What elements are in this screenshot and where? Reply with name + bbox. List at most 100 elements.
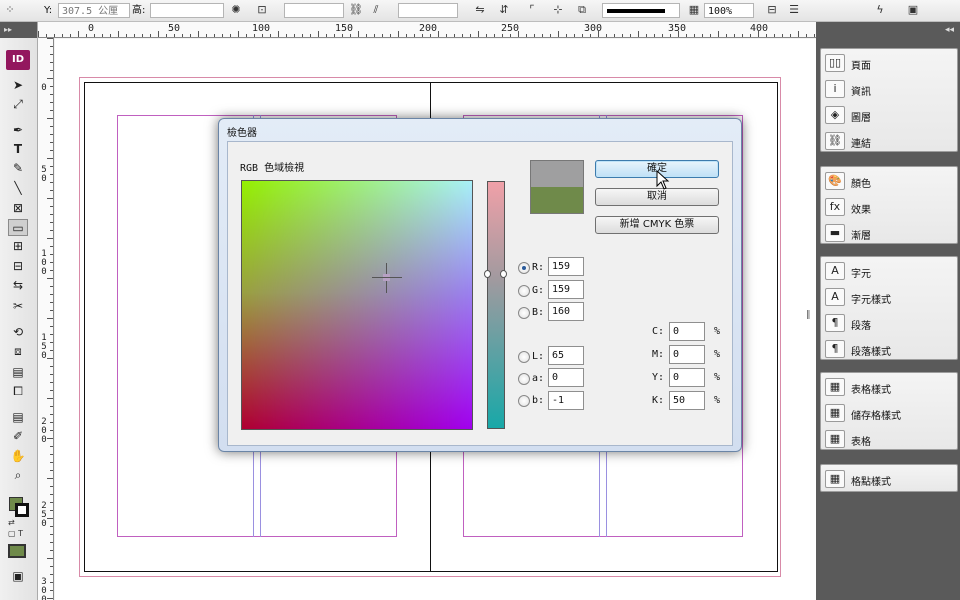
panel-item-cell-styles[interactable]: ▦ 儲存格樣式	[821, 401, 957, 425]
k-field[interactable]: 50	[669, 391, 705, 410]
r-radio[interactable]	[518, 262, 530, 274]
scale-tool-icon[interactable]: ⧈	[8, 343, 28, 360]
direct-selection-tool-icon[interactable]: ⤢	[8, 96, 28, 113]
r-field[interactable]: 159	[548, 257, 584, 276]
table-icon: ▦	[825, 430, 845, 448]
g-radio[interactable]	[518, 285, 530, 297]
k-label: K:	[652, 395, 665, 406]
zoom-tool-icon[interactable]: ⌕	[8, 467, 28, 484]
a-radio[interactable]	[518, 373, 530, 385]
slider-right-handle-icon[interactable]	[500, 270, 507, 278]
panel-item-info[interactable]: i 資訊	[821, 77, 957, 101]
hand-tool-icon[interactable]: ✋	[8, 448, 28, 465]
effects-icon: fx	[825, 198, 845, 216]
zoom-field[interactable]: 100%	[704, 3, 754, 18]
rotate-field[interactable]	[284, 3, 344, 18]
m-field[interactable]: 0	[669, 345, 705, 364]
panel-item-paragraph[interactable]: ¶ 段落	[821, 311, 957, 335]
eyedropper-tool-icon[interactable]: ✐	[8, 428, 28, 445]
color-field[interactable]	[241, 180, 473, 430]
scissors-tool-icon[interactable]: ✂	[8, 298, 28, 315]
flip-horizontal-icon[interactable]: ⇋	[472, 2, 488, 18]
color-slider[interactable]	[487, 181, 505, 429]
selection-tool-icon[interactable]: ➤	[8, 77, 28, 94]
scale-icon[interactable]: ⊡	[254, 2, 270, 18]
c-field[interactable]: 0	[669, 322, 705, 341]
frame-fit-icon[interactable]: ⊟	[764, 2, 780, 18]
normal-view-icon[interactable]	[8, 544, 26, 558]
panel-item-character-styles[interactable]: A 字元樣式	[821, 285, 957, 309]
panel-item-character[interactable]: A 字元	[821, 259, 957, 283]
panel-item-label: 資訊	[851, 87, 871, 98]
panel-collapse-icon[interactable]: ◂◂	[816, 22, 960, 38]
distribute-icon[interactable]: ⧉	[574, 2, 590, 18]
dialog-titlebar[interactable]: 檢色器	[219, 119, 741, 141]
mouse-pointer-icon	[656, 170, 670, 190]
panel-item-gradient[interactable]: ▬ 漸層	[821, 221, 957, 245]
type-tool-icon[interactable]: T	[8, 141, 28, 158]
panel-item-table[interactable]: ▦ 表格	[821, 427, 957, 451]
panel-dock: ◂◂ ▯▯ 頁面 i 資訊 ◈ 圖層 ⛓ 連結 🎨 顏色 fx 效果 ▬ 漸層 A 字元 A 字元樣式 ¶ 段落 ¶…	[816, 22, 960, 600]
panel-splitter[interactable]: ‖	[806, 310, 811, 320]
swap-colors-icon[interactable]: ⇄	[8, 518, 15, 527]
lab-b-radio[interactable]	[518, 395, 530, 407]
panel-item-paragraph-styles[interactable]: ¶ 段落樣式	[821, 337, 957, 361]
gradient-tool-icon[interactable]: ▤	[8, 364, 28, 381]
tools-collapse-icon[interactable]: ▸▸	[0, 22, 37, 38]
panel-item-pages[interactable]: ▯▯ 頁面	[821, 51, 957, 75]
reference-point-icon[interactable]: ⁘	[2, 2, 18, 18]
panel-item-table-styles[interactable]: ▦ 表格樣式	[821, 375, 957, 399]
align-icon[interactable]: ⊹	[550, 2, 566, 18]
l-radio[interactable]	[518, 351, 530, 363]
flip-vertical-icon[interactable]: ⇵	[496, 2, 512, 18]
gap-tool-icon[interactable]: ⇆	[8, 277, 28, 294]
gradient-feather-tool-icon[interactable]: ⧠	[8, 383, 28, 400]
y-field-cmyk[interactable]: 0	[669, 368, 705, 387]
character-styles-icon: A	[825, 288, 845, 306]
panel-item-grid-styles[interactable]: ▦ 格點樣式	[821, 467, 957, 491]
panel-item-layers[interactable]: ◈ 圖層	[821, 103, 957, 127]
l-field[interactable]: 65	[548, 346, 584, 365]
pencil-tool-icon[interactable]: ✎	[8, 160, 28, 177]
height-field[interactable]	[150, 3, 224, 18]
stroke-swatch[interactable]	[15, 503, 29, 517]
original-color-preview	[530, 187, 584, 214]
workspace-icon[interactable]: ▣	[902, 2, 924, 18]
line-tool-icon[interactable]: ╲	[8, 180, 28, 197]
cancel-button[interactable]: 取消	[595, 188, 719, 206]
lab-b-field[interactable]: -1	[548, 391, 584, 410]
text-wrap-icon[interactable]: ☰	[786, 2, 802, 18]
rectangle-frame-tool-icon[interactable]: ⊠	[8, 200, 28, 217]
rotate-tool-icon[interactable]: ⟲	[8, 324, 28, 341]
button-tool-icon[interactable]: ⊞	[8, 238, 28, 255]
table-tool-icon[interactable]: ⊟	[8, 258, 28, 275]
rotate-icon[interactable]: ✺	[228, 2, 244, 18]
corner-icon[interactable]: ⌜	[524, 2, 540, 18]
stroke-style-dropdown[interactable]	[602, 3, 680, 18]
b-field[interactable]: 160	[548, 302, 584, 321]
ruler-tick-label: 400	[750, 23, 769, 34]
note-tool-icon[interactable]: ▤	[8, 409, 28, 426]
rectangle-tool-icon[interactable]: ▭	[8, 219, 28, 236]
panel-item-links[interactable]: ⛓ 連結	[821, 129, 957, 153]
color-crosshair-icon[interactable]	[372, 263, 402, 293]
ruler-tick-label: 0	[88, 23, 95, 34]
grid-icon[interactable]: ▦	[686, 2, 702, 18]
g-field[interactable]: 159	[548, 280, 584, 299]
pages-icon: ▯▯	[825, 54, 845, 72]
add-cmyk-swatch-button[interactable]: 新增 CMYK 色票	[595, 216, 719, 234]
screen-mode-icon[interactable]: ▣	[8, 568, 28, 585]
panel-item-color[interactable]: 🎨 顏色	[821, 169, 957, 193]
panel-item-effects[interactable]: fx 效果	[821, 195, 957, 219]
b-radio[interactable]	[518, 307, 530, 319]
shear-icon[interactable]: ⫽	[368, 2, 384, 18]
formatting-container-icon[interactable]: ▢ T	[8, 529, 23, 538]
shear-field[interactable]	[398, 3, 458, 18]
panel-group-tables: ▦ 表格樣式 ▦ 儲存格樣式 ▦ 表格	[820, 372, 958, 450]
slider-left-handle-icon[interactable]	[484, 270, 491, 278]
a-field[interactable]: 0	[548, 368, 584, 387]
pen-tool-icon[interactable]: ✒	[8, 122, 28, 139]
y-field[interactable]: 307.5 公厘	[58, 3, 130, 18]
lightning-icon[interactable]: ϟ	[872, 2, 888, 18]
constrain-icon[interactable]: ⛓	[348, 2, 364, 18]
